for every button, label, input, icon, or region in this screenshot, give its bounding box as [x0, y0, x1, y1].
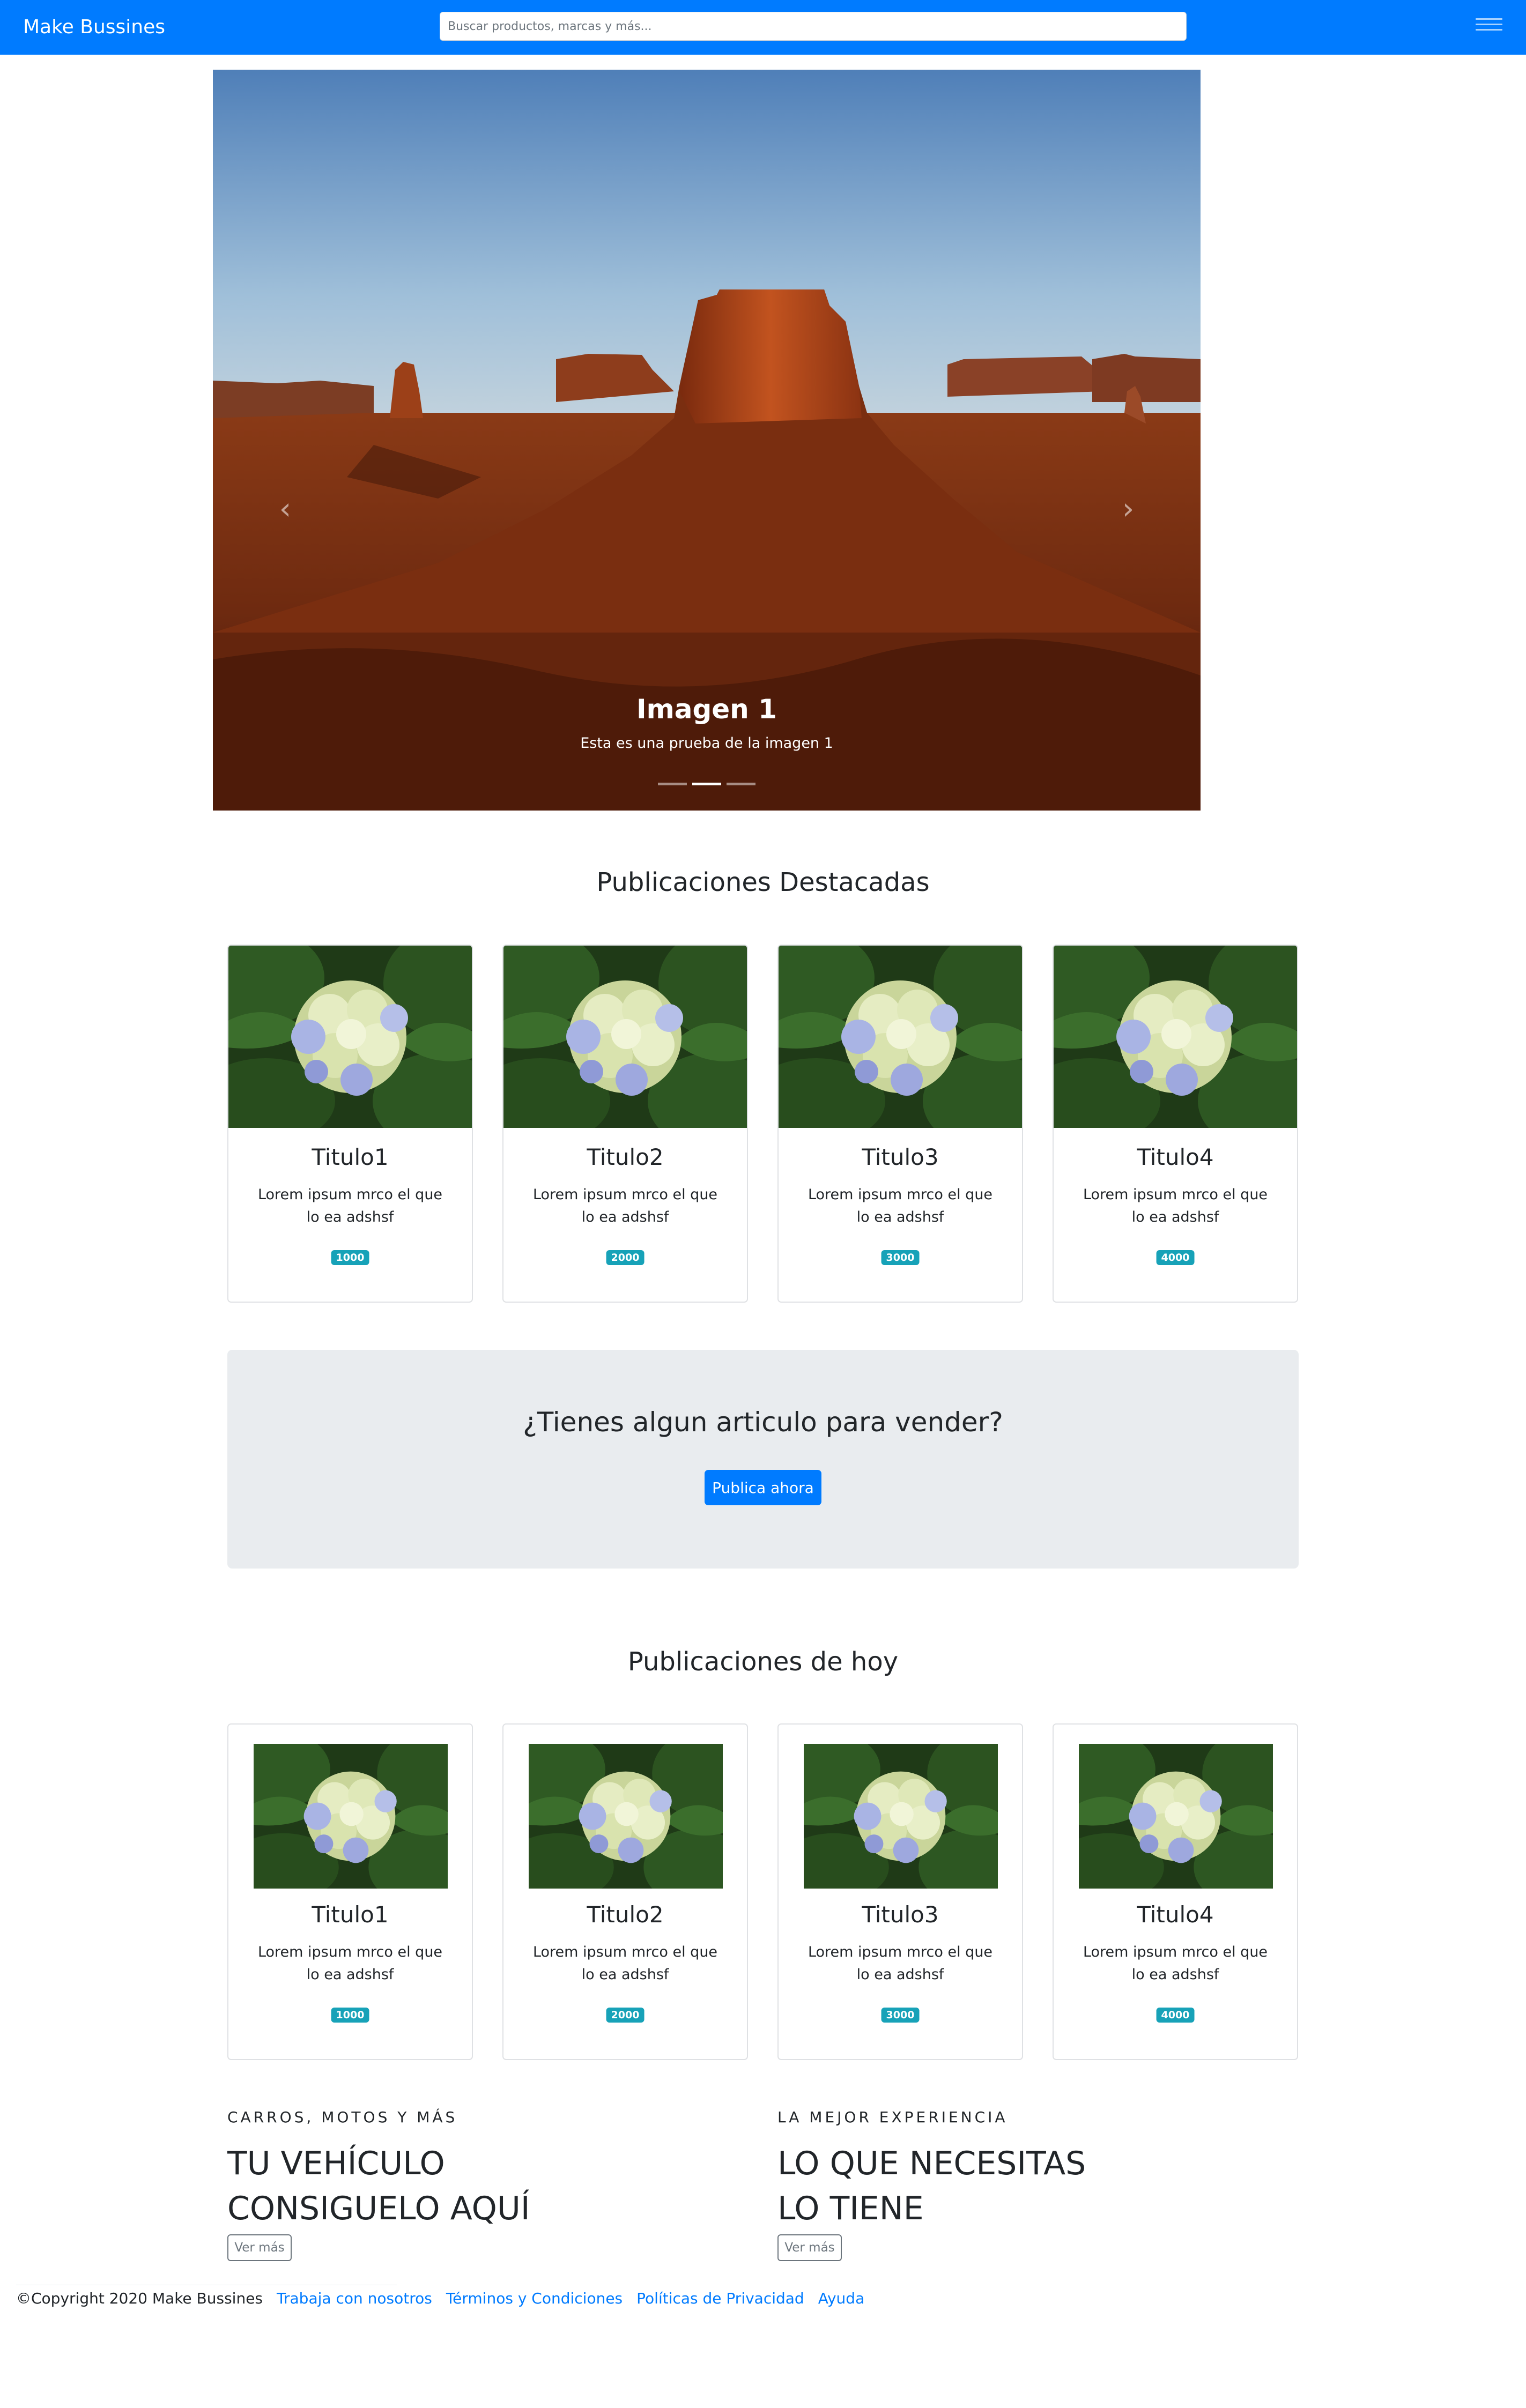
footer-link-terms[interactable]: Términos y Condiciones	[446, 2290, 623, 2307]
carousel-indicators	[213, 783, 1201, 785]
hamburger-icon[interactable]	[1476, 16, 1502, 38]
today-section-title: Publicaciones de hoy	[627, 1647, 899, 1677]
card-text: Lorem ipsum mrco el que lo ea adshsf	[808, 1944, 993, 1983]
footer-link-work-with-us[interactable]: Trabaja con nosotros	[277, 2290, 432, 2307]
card-image	[503, 946, 747, 1128]
card-title: Titulo2	[587, 1901, 664, 1928]
featured-card[interactable]: Titulo2 Lorem ipsum mrco el que lo ea ad…	[502, 945, 748, 1303]
vehicles-see-more-button[interactable]: Ver más	[227, 2234, 292, 2261]
card-image	[529, 1744, 723, 1889]
sell-cta-banner: ¿Tienes algun articulo para vender? Publ…	[227, 1350, 1299, 1569]
card-title: Titulo3	[862, 1901, 939, 1928]
carousel-indicator[interactable]	[692, 783, 721, 785]
experience-see-more-button[interactable]: Ver más	[777, 2234, 842, 2261]
card-title: Titulo4	[1137, 1144, 1214, 1170]
card-title: Titulo4	[1137, 1901, 1214, 1928]
card-title: Titulo1	[312, 1901, 389, 1928]
promo-heading-line1: TU VEHÍCULO	[227, 2145, 445, 2182]
hero-carousel: ‹ › Imagen 1 Esta es una prueba de la im…	[213, 70, 1201, 811]
today-card[interactable]: Titulo3 Lorem ipsum mrco el que lo ea ad…	[777, 1723, 1023, 2060]
price-badge: 4000	[1156, 2008, 1195, 2023]
price-badge: 3000	[881, 1250, 920, 1265]
promo-eyebrow: CARROS, MOTOS Y MÁS	[227, 2108, 458, 2126]
promo-heading-line2: LO TIENE	[777, 2190, 924, 2227]
today-card[interactable]: Titulo2 Lorem ipsum mrco el que lo ea ad…	[502, 1723, 748, 2060]
carousel-caption-text: Esta es una prueba de la imagen 1	[580, 735, 833, 752]
brand-logo[interactable]: Make Bussines	[23, 15, 165, 40]
footer: ©Copyright 2020 Make Bussines Trabaja con…	[16, 2288, 878, 2309]
carousel-next-icon[interactable]: ›	[1117, 493, 1139, 525]
card-text: Lorem ipsum mrco el que lo ea adshsf	[1083, 1944, 1268, 1983]
featured-section-title: Publicaciones Destacadas	[596, 867, 930, 897]
card-image	[1079, 1744, 1273, 1889]
footer-copyright: ©Copyright 2020 Make Bussines	[16, 2290, 263, 2307]
today-card[interactable]: Titulo1 Lorem ipsum mrco el que lo ea ad…	[227, 1723, 473, 2060]
price-badge: 2000	[606, 1250, 645, 1265]
price-badge: 1000	[331, 2008, 369, 2023]
card-image	[254, 1744, 448, 1889]
publish-now-button[interactable]: Publica ahora	[705, 1470, 821, 1505]
card-title: Titulo1	[312, 1144, 389, 1170]
card-image	[228, 946, 472, 1128]
price-badge: 4000	[1156, 1250, 1195, 1265]
card-title: Titulo2	[587, 1144, 664, 1170]
footer-link-privacy[interactable]: Políticas de Privacidad	[636, 2290, 804, 2307]
sell-cta-title: ¿Tienes algun articulo para vender?	[523, 1407, 1003, 1438]
card-image	[1054, 946, 1297, 1128]
promo-heading-line2: CONSIGUELO AQUÍ	[227, 2190, 530, 2227]
footer-link-help[interactable]: Ayuda	[818, 2290, 865, 2307]
price-badge: 3000	[881, 2008, 920, 2023]
today-card[interactable]: Titulo4 Lorem ipsum mrco el que lo ea ad…	[1053, 1723, 1298, 2060]
card-text: Lorem ipsum mrco el que lo ea adshsf	[532, 1186, 718, 1225]
price-badge: 1000	[331, 1250, 369, 1265]
card-image	[804, 1744, 998, 1889]
search-input[interactable]	[440, 12, 1187, 41]
carousel-indicator[interactable]	[658, 783, 687, 785]
carousel-indicator[interactable]	[727, 783, 755, 785]
card-text: Lorem ipsum mrco el que lo ea adshsf	[1083, 1186, 1268, 1225]
price-badge: 2000	[606, 2008, 645, 2023]
navbar: Make Bussines	[0, 0, 1526, 55]
featured-card[interactable]: Titulo1 Lorem ipsum mrco el que lo ea ad…	[227, 945, 473, 1303]
featured-card[interactable]: Titulo4 Lorem ipsum mrco el que lo ea ad…	[1053, 945, 1298, 1303]
carousel-prev-icon[interactable]: ‹	[275, 493, 296, 525]
card-image	[779, 946, 1022, 1128]
card-text: Lorem ipsum mrco el que lo ea adshsf	[257, 1944, 443, 1983]
promo-eyebrow: LA MEJOR EXPERIENCIA	[777, 2108, 1008, 2126]
card-title: Titulo3	[862, 1144, 939, 1170]
card-text: Lorem ipsum mrco el que lo ea adshsf	[808, 1186, 993, 1225]
card-text: Lorem ipsum mrco el que lo ea adshsf	[257, 1186, 443, 1225]
carousel-caption-title: Imagen 1	[636, 694, 777, 725]
featured-card[interactable]: Titulo3 Lorem ipsum mrco el que lo ea ad…	[777, 945, 1023, 1303]
promo-heading-line1: LO QUE NECESITAS	[777, 2145, 1086, 2182]
card-text: Lorem ipsum mrco el que lo ea adshsf	[532, 1944, 718, 1983]
